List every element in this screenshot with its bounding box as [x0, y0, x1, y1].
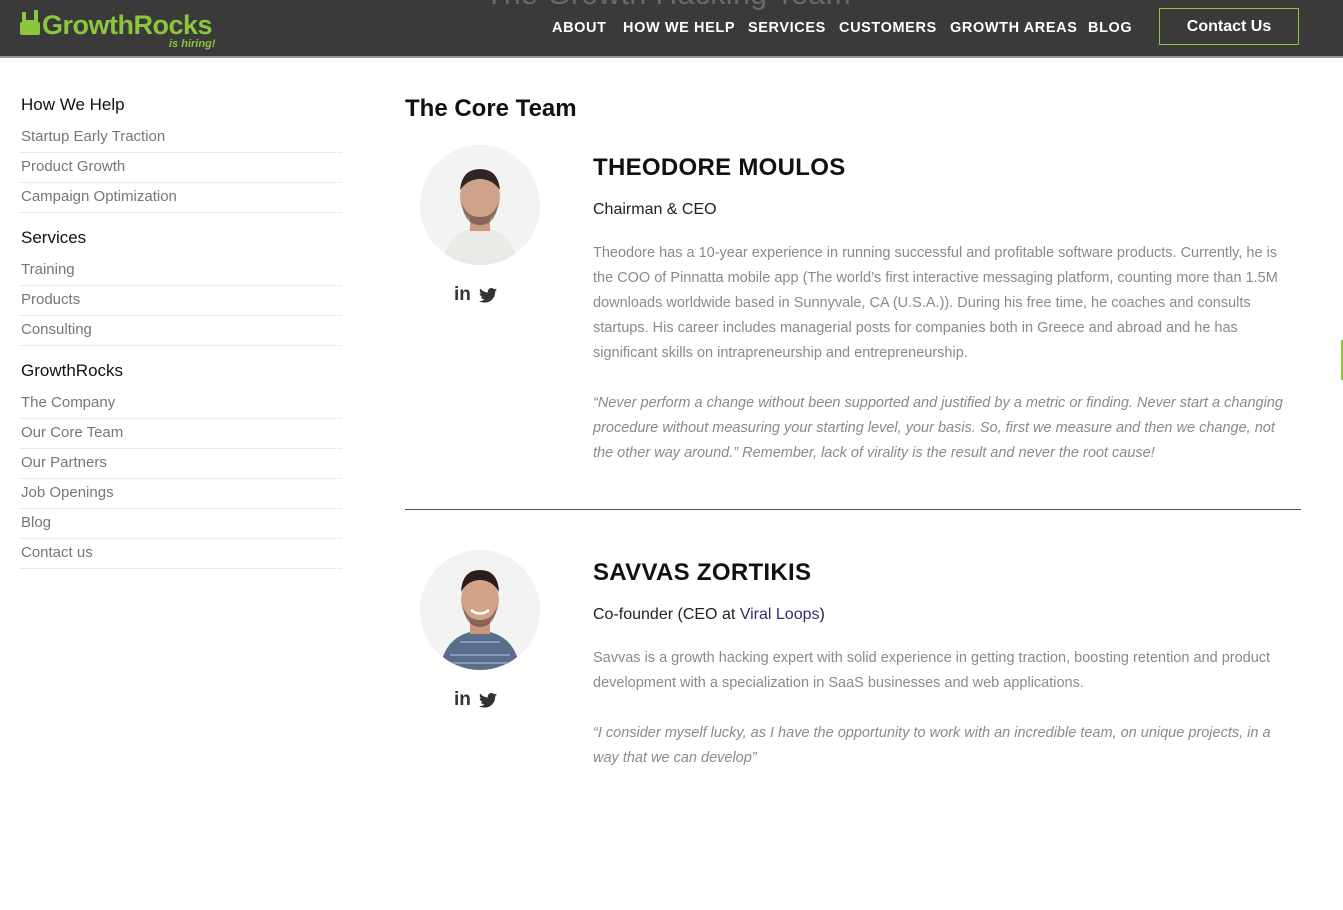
sidebar-group-services: Services Training Products Consulting: [20, 227, 342, 346]
hiring-tagline[interactable]: is hiring!: [169, 38, 215, 50]
growthrocks-logo[interactable]: GrowthRocks is hiring!: [20, 6, 230, 52]
top-navigation-bar: The Growth Hacking Team GrowthRocks is h…: [0, 0, 1343, 58]
social-links: in: [454, 285, 497, 305]
member-info: THEODORE MOULOS Chairman & CEO Theodore …: [593, 153, 1293, 466]
member-role: Chairman & CEO: [593, 201, 717, 218]
ghost-page-title: The Growth Hacking Team: [485, 0, 851, 12]
team-member-card: in THEODORE MOULOS Chairman & CEO Theodo…: [405, 133, 1301, 510]
person-photo-icon: [420, 145, 540, 265]
sidebar-group-how-we-help: How We Help Startup Early Traction Produ…: [20, 94, 342, 213]
sidebar-heading: Services: [21, 228, 87, 247]
member-info: SAVVAS ZORTIKIS Co-founder (CEO at Viral…: [593, 558, 1293, 771]
member-bio: Savvas is a growth hacking expert with s…: [593, 650, 1271, 691]
member-quote: “Never perform a change without been sup…: [593, 395, 1283, 461]
sidebar-group-growthrocks: GrowthRocks The Company Our Core Team Ou…: [20, 360, 342, 569]
sidebar-item-the-company[interactable]: The Company: [20, 390, 342, 419]
viral-loops-link[interactable]: Viral Loops: [740, 606, 820, 623]
sidebar: How We Help Startup Early Traction Produ…: [20, 94, 342, 583]
page-title: The Core Team: [405, 95, 577, 122]
linkedin-icon[interactable]: in: [454, 285, 471, 305]
rock-hand-icon: [20, 10, 40, 35]
sidebar-item-contact-us[interactable]: Contact us: [20, 540, 342, 569]
member-name: SAVVAS ZORTIKIS: [593, 559, 812, 586]
nav-services[interactable]: SERVICES: [748, 20, 826, 36]
member-quote: “I consider myself lucky, as I have the …: [593, 725, 1271, 766]
logo-text: GrowthRocks: [42, 10, 213, 40]
avatar: [420, 550, 540, 670]
nav-customers[interactable]: CUSTOMERS: [839, 20, 937, 36]
sidebar-item-campaign-optimization[interactable]: Campaign Optimization: [20, 184, 342, 213]
linkedin-icon[interactable]: in: [454, 690, 471, 710]
sidebar-heading: GrowthRocks: [21, 361, 124, 380]
sidebar-item-products[interactable]: Products: [20, 287, 342, 316]
social-links: in: [454, 690, 497, 710]
sidebar-item-consulting[interactable]: Consulting: [20, 317, 342, 346]
role-prefix: Co-founder (CEO at: [593, 606, 740, 623]
contact-us-button[interactable]: Contact Us: [1159, 8, 1299, 45]
member-role: Co-founder (CEO at Viral Loops): [593, 604, 1293, 626]
sidebar-item-training[interactable]: Training: [20, 257, 342, 286]
sidebar-item-startup-early-traction[interactable]: Startup Early Traction: [20, 124, 342, 153]
twitter-icon[interactable]: [478, 692, 497, 708]
member-name: THEODORE MOULOS: [593, 154, 846, 181]
sidebar-item-product-growth[interactable]: Product Growth: [20, 154, 342, 183]
avatar: [420, 145, 540, 265]
nav-blog[interactable]: BLOG: [1088, 20, 1132, 36]
sidebar-item-blog[interactable]: Blog: [20, 510, 342, 539]
twitter-icon[interactable]: [478, 287, 497, 303]
member-bio: Theodore has a 10-year experience in run…: [593, 245, 1278, 361]
sidebar-item-job-openings[interactable]: Job Openings: [20, 480, 342, 509]
nav-growth-areas[interactable]: GROWTH AREAS: [950, 20, 1078, 36]
sidebar-heading: How We Help: [21, 95, 125, 114]
sidebar-item-our-partners[interactable]: Our Partners: [20, 450, 342, 479]
role-suffix: ): [819, 606, 825, 623]
nav-about[interactable]: ABOUT: [552, 20, 607, 36]
person-photo-icon: [420, 550, 540, 670]
main-content: The Core Team in THEODORE MOULOS Chairma…: [405, 93, 1301, 910]
sidebar-item-our-core-team[interactable]: Our Core Team: [20, 420, 342, 449]
nav-how-we-help[interactable]: HOW WE HELP: [623, 20, 735, 36]
team-member-card: in SAVVAS ZORTIKIS Co-founder (CEO at Vi…: [405, 510, 1301, 910]
